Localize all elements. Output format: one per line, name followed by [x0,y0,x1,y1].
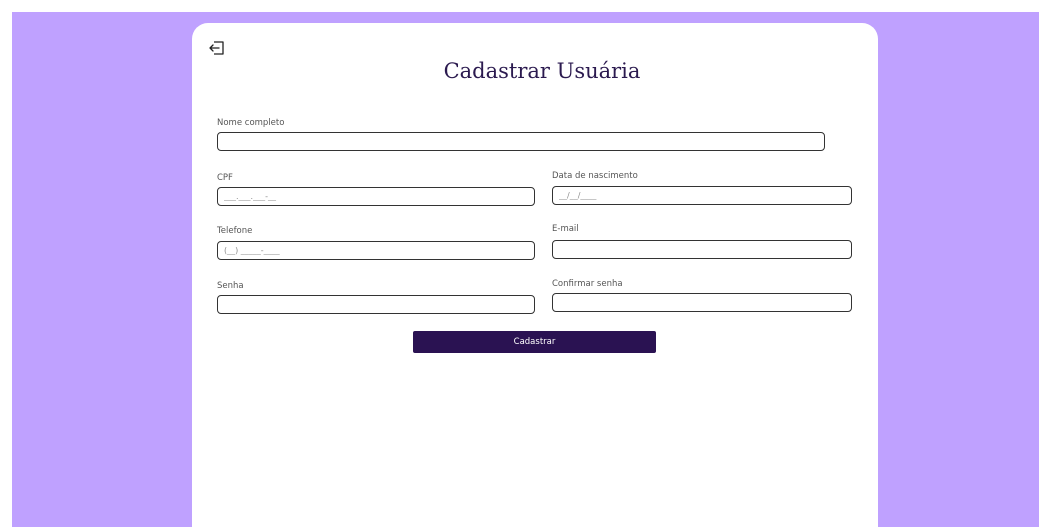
register-card: Cadastrar Usuária Nome completo CPF Data… [192,23,878,527]
cpf-label: CPF [217,173,233,183]
data-nascimento-label: Data de nascimento [552,171,638,181]
email-input[interactable] [552,240,852,259]
nome-completo-label: Nome completo [217,118,285,128]
email-label: E-mail [552,224,579,234]
page-title: Cadastrar Usuária [443,59,641,83]
telefone-input[interactable] [217,241,535,260]
cpf-input[interactable] [217,187,535,206]
cadastrar-button[interactable]: Cadastrar [413,331,656,353]
senha-input[interactable] [217,295,535,314]
senha-label: Senha [217,281,244,291]
telefone-label: Telefone [217,226,253,236]
nome-completo-input[interactable] [217,132,825,151]
confirmar-senha-input[interactable] [552,293,852,312]
logout-arrow-icon[interactable] [208,40,226,56]
data-nascimento-input[interactable] [552,186,852,205]
confirmar-senha-label: Confirmar senha [552,279,623,289]
